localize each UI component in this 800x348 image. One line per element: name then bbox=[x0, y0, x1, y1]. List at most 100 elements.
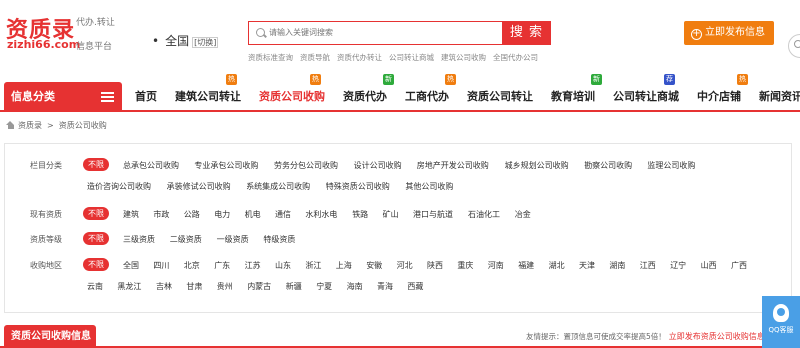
filter-option[interactable]: 勘察公司收购 bbox=[584, 160, 632, 171]
hot-link[interactable]: 资质导航 bbox=[300, 53, 330, 62]
filter-option[interactable]: 建筑 bbox=[123, 209, 139, 220]
filter-option[interactable]: 安徽 bbox=[366, 260, 382, 271]
filter-label: 现有资质 bbox=[30, 210, 62, 219]
filter-option[interactable]: 市政 bbox=[153, 209, 169, 220]
filter-option[interactable]: 青海 bbox=[377, 281, 393, 292]
filter-option[interactable]: 通信 bbox=[275, 209, 291, 220]
filter-option[interactable]: 新疆 bbox=[286, 281, 302, 292]
publish-info-button[interactable]: + 立即发布信息 bbox=[684, 21, 774, 45]
hot-link[interactable]: 资质标准查询 bbox=[248, 53, 293, 62]
nav-badge-hot: 热 bbox=[310, 74, 321, 85]
hot-link[interactable]: 公司转让商城 bbox=[389, 53, 434, 62]
filter-option[interactable]: 港口与航道 bbox=[413, 209, 453, 220]
filter-option[interactable]: 专业承包公司收购 bbox=[194, 160, 258, 171]
logo-tagline-1: 代办.转让 bbox=[76, 18, 115, 28]
nav-item[interactable]: 首页 bbox=[126, 82, 166, 112]
category-menu-button[interactable]: 信息分类 bbox=[4, 82, 122, 112]
filter-option[interactable]: 山东 bbox=[275, 260, 291, 271]
nav-item[interactable]: 教育培训 新 bbox=[542, 74, 604, 112]
nav-item[interactable]: 资质代办 新 bbox=[334, 74, 396, 112]
filter-option[interactable]: 浙江 bbox=[305, 260, 321, 271]
filter-option[interactable]: 特级资质 bbox=[263, 234, 295, 245]
filter-option[interactable]: 辽宁 bbox=[670, 260, 686, 271]
filter-option[interactable]: 石油化工 bbox=[468, 209, 500, 220]
filter-option[interactable]: 城乡规划公司收购 bbox=[505, 160, 569, 171]
filter-option[interactable]: 广东 bbox=[214, 260, 230, 271]
tip-text: 友情提示：置顶信息可使成交率提高5倍！ bbox=[526, 332, 666, 341]
filter-option-selected[interactable]: 不限 bbox=[83, 232, 109, 245]
breadcrumb-home[interactable]: 资质录 bbox=[18, 121, 42, 130]
filter-option[interactable]: 河北 bbox=[397, 260, 413, 271]
filter-option[interactable]: 吉林 bbox=[156, 281, 172, 292]
filter-option[interactable]: 四川 bbox=[153, 260, 169, 271]
filter-option[interactable]: 西藏 bbox=[407, 281, 423, 292]
filter-option[interactable]: 劳务分包公司收购 bbox=[274, 160, 338, 171]
qq-service-float[interactable]: QQ客服 bbox=[762, 296, 800, 348]
nav-item[interactable]: 资质公司转让 bbox=[458, 82, 542, 112]
filter-option[interactable]: 贵州 bbox=[217, 281, 233, 292]
filter-option[interactable]: 三级资质 bbox=[123, 234, 155, 245]
filter-option[interactable]: 承装修试公司收购 bbox=[167, 181, 231, 192]
filter-option[interactable]: 重庆 bbox=[457, 260, 473, 271]
filter-option[interactable]: 系统集成公司收购 bbox=[246, 181, 310, 192]
search-input[interactable] bbox=[269, 25, 494, 40]
filter-option[interactable]: 湖南 bbox=[609, 260, 625, 271]
filter-option-selected[interactable]: 不限 bbox=[83, 207, 109, 220]
filter-option[interactable]: 江苏 bbox=[245, 260, 261, 271]
filter-option[interactable]: 机电 bbox=[245, 209, 261, 220]
nav-item[interactable]: 资质公司收购 热 bbox=[250, 74, 334, 112]
filter-option[interactable]: 江西 bbox=[640, 260, 656, 271]
filter-option[interactable]: 全国 bbox=[123, 260, 139, 271]
filter-option[interactable]: 特殊资质公司收购 bbox=[326, 181, 390, 192]
filter-option[interactable]: 甘肃 bbox=[186, 281, 202, 292]
filter-option[interactable]: 其他公司收购 bbox=[405, 181, 453, 192]
filter-option[interactable]: 内蒙古 bbox=[247, 281, 271, 292]
filter-option[interactable]: 黑龙江 bbox=[117, 281, 141, 292]
filter-option[interactable]: 海南 bbox=[347, 281, 363, 292]
filter-option[interactable]: 电力 bbox=[214, 209, 230, 220]
filter-option[interactable]: 河南 bbox=[488, 260, 504, 271]
filter-option[interactable]: 公路 bbox=[184, 209, 200, 220]
filter-option[interactable]: 陕西 bbox=[427, 260, 443, 271]
hot-link[interactable]: 建筑公司收购 bbox=[441, 53, 486, 62]
filter-option[interactable]: 福建 bbox=[518, 260, 534, 271]
filter-option[interactable]: 二级资质 bbox=[170, 234, 202, 245]
filter-option-selected[interactable]: 不限 bbox=[83, 158, 109, 171]
filter-option[interactable]: 一级资质 bbox=[217, 234, 249, 245]
nav-item[interactable]: 中介店铺 热 bbox=[688, 74, 750, 112]
city-switch-link[interactable]: [切换] bbox=[192, 37, 219, 48]
filter-option[interactable]: 水利水电 bbox=[305, 209, 337, 220]
filter-option[interactable]: 北京 bbox=[184, 260, 200, 271]
filter-option[interactable]: 造价咨询公司收购 bbox=[87, 181, 151, 192]
filter-option[interactable]: 山西 bbox=[701, 260, 717, 271]
filter-option[interactable]: 广西 bbox=[731, 260, 747, 271]
filter-option[interactable]: 云南 bbox=[87, 281, 103, 292]
filter-option[interactable]: 铁路 bbox=[352, 209, 368, 220]
filter-option-selected[interactable]: 不限 bbox=[83, 258, 109, 271]
nav-item-label: 教育培训 bbox=[551, 90, 595, 103]
breadcrumb: 资质录 > 资质公司收购 bbox=[6, 120, 107, 131]
filter-option[interactable]: 冶金 bbox=[515, 209, 531, 220]
nav-item[interactable]: 新闻资讯 bbox=[750, 82, 800, 112]
publish-acquisition-link[interactable]: 立即发布资质公司收购信息 bbox=[669, 332, 765, 341]
filter-option[interactable]: 设计公司收购 bbox=[354, 160, 402, 171]
hot-link[interactable]: 资质代办转让 bbox=[337, 53, 382, 62]
filter-option[interactable]: 监理公司收购 bbox=[647, 160, 695, 171]
city-name: 全国 bbox=[165, 34, 190, 48]
filter-option[interactable]: 宁夏 bbox=[316, 281, 332, 292]
filter-option[interactable]: 湖北 bbox=[549, 260, 565, 271]
hot-link[interactable]: 全国代办公司 bbox=[493, 53, 538, 62]
nav-item[interactable]: 工商代办 热 bbox=[396, 74, 458, 112]
nav-item[interactable]: 公司转让商城 荐 bbox=[604, 74, 688, 112]
search-button[interactable]: 搜 索 bbox=[502, 21, 551, 45]
site-logo[interactable]: 资质录 代办.转让 zizhi66.com 信息平台 bbox=[6, 12, 126, 52]
filter-option[interactable]: 房地产开发公司收购 bbox=[417, 160, 489, 171]
filter-option[interactable]: 总承包公司收购 bbox=[123, 160, 179, 171]
qq-icon bbox=[773, 304, 789, 322]
side-float-icon[interactable] bbox=[788, 34, 800, 58]
filter-option[interactable]: 天津 bbox=[579, 260, 595, 271]
filter-option[interactable]: 上海 bbox=[336, 260, 352, 271]
nav-item[interactable]: 建筑公司转让 热 bbox=[166, 74, 250, 112]
logo-tagline-2: 信息平台 bbox=[76, 42, 113, 52]
filter-option[interactable]: 矿山 bbox=[383, 209, 399, 220]
